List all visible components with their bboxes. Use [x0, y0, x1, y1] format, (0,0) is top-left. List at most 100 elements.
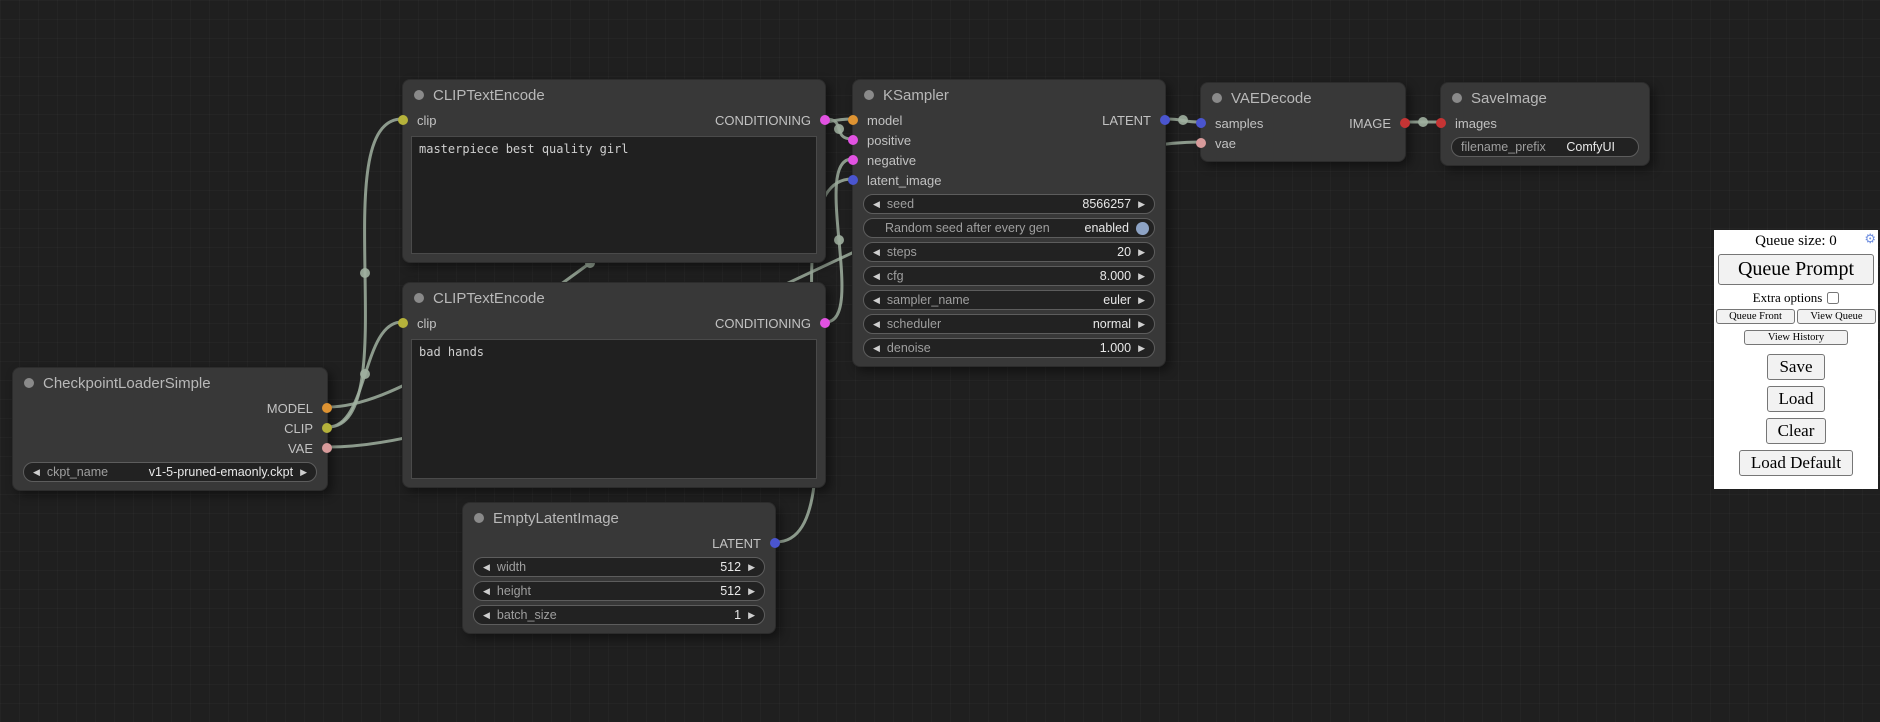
- increment-arrow-icon[interactable]: ▶: [1138, 320, 1145, 329]
- widget-label: sampler_name: [887, 293, 970, 307]
- slot-row: model LATENT: [853, 110, 1165, 130]
- images-input-pin[interactable]: [1436, 118, 1446, 128]
- steps-widget[interactable]: ◀ steps 20 ▶: [863, 242, 1155, 262]
- load-default-button[interactable]: Load Default: [1739, 450, 1853, 476]
- node-save-image[interactable]: SaveImage images filename_prefix ComfyUI: [1440, 82, 1650, 166]
- model-input-pin[interactable]: [848, 115, 858, 125]
- increment-arrow-icon[interactable]: ▶: [748, 611, 755, 620]
- node-title-bar[interactable]: CLIPTextEncode: [403, 80, 825, 110]
- node-clip-text-encode-negative[interactable]: CLIPTextEncode clip CONDITIONING bad han…: [402, 282, 826, 488]
- increment-arrow-icon[interactable]: ▶: [748, 563, 755, 572]
- load-button[interactable]: Load: [1767, 386, 1826, 412]
- output-row-clip: CLIP: [13, 418, 327, 438]
- node-title-bar[interactable]: CLIPTextEncode: [403, 283, 825, 313]
- settings-gear-icon[interactable]: ⚙: [1864, 231, 1876, 247]
- node-title: EmptyLatentImage: [493, 510, 619, 527]
- collapse-dot-icon[interactable]: [24, 378, 34, 388]
- output-label: IMAGE: [1349, 116, 1391, 131]
- sampler-name-widget[interactable]: ◀ sampler_name euler ▶: [863, 290, 1155, 310]
- node-checkpoint-loader[interactable]: CheckpointLoaderSimple MODEL CLIP VAE ◀ …: [12, 367, 328, 491]
- decrement-arrow-icon[interactable]: ◀: [873, 296, 880, 305]
- node-title-bar[interactable]: EmptyLatentImage: [463, 503, 775, 533]
- conditioning-output-pin[interactable]: [820, 115, 830, 125]
- decrement-arrow-icon[interactable]: ◀: [873, 200, 880, 209]
- node-vae-decode[interactable]: VAEDecode samples IMAGE vae: [1200, 82, 1406, 162]
- decrement-arrow-icon[interactable]: ◀: [873, 320, 880, 329]
- filename-prefix-widget[interactable]: filename_prefix ComfyUI: [1451, 137, 1639, 157]
- vae-output-pin[interactable]: [322, 443, 332, 453]
- decrement-arrow-icon[interactable]: ◀: [483, 587, 490, 596]
- node-title: CheckpointLoaderSimple: [43, 375, 211, 392]
- increment-arrow-icon[interactable]: ▶: [300, 468, 307, 477]
- positive-prompt-textarea[interactable]: masterpiece best quality girl: [411, 136, 817, 254]
- collapse-dot-icon[interactable]: [1452, 93, 1462, 103]
- conditioning-output-pin[interactable]: [820, 318, 830, 328]
- decrement-arrow-icon[interactable]: ◀: [33, 468, 40, 477]
- queue-front-button[interactable]: Queue Front: [1716, 309, 1795, 324]
- decrement-arrow-icon[interactable]: ◀: [873, 344, 880, 353]
- image-output-pin[interactable]: [1400, 118, 1410, 128]
- height-widget[interactable]: ◀ height 512 ▶: [473, 581, 765, 601]
- toggle-knob[interactable]: [1136, 222, 1149, 235]
- collapse-dot-icon[interactable]: [474, 513, 484, 523]
- output-label: MODEL: [267, 401, 313, 416]
- clip-input-pin[interactable]: [398, 115, 408, 125]
- latent-output-pin[interactable]: [770, 538, 780, 548]
- decrement-arrow-icon[interactable]: ◀: [483, 611, 490, 620]
- widget-value: 8.000: [1100, 269, 1131, 283]
- batch-size-widget[interactable]: ◀ batch_size 1 ▶: [473, 605, 765, 625]
- increment-arrow-icon[interactable]: ▶: [1138, 272, 1145, 281]
- clear-button[interactable]: Clear: [1766, 418, 1827, 444]
- scheduler-widget[interactable]: ◀ scheduler normal ▶: [863, 314, 1155, 334]
- node-title-bar[interactable]: SaveImage: [1441, 83, 1649, 113]
- node-title-bar[interactable]: VAEDecode: [1201, 83, 1405, 113]
- node-ksampler[interactable]: KSampler model LATENT positive negative …: [852, 79, 1166, 367]
- output-label: VAE: [288, 441, 313, 456]
- collapse-dot-icon[interactable]: [1212, 93, 1222, 103]
- view-history-button[interactable]: View History: [1744, 330, 1848, 345]
- increment-arrow-icon[interactable]: ▶: [748, 587, 755, 596]
- negative-input-pin[interactable]: [848, 155, 858, 165]
- queue-prompt-button[interactable]: Queue Prompt: [1718, 254, 1874, 285]
- collapse-dot-icon[interactable]: [414, 293, 424, 303]
- increment-arrow-icon[interactable]: ▶: [1138, 248, 1145, 257]
- decrement-arrow-icon[interactable]: ◀: [873, 272, 880, 281]
- model-output-pin[interactable]: [322, 403, 332, 413]
- decrement-arrow-icon[interactable]: ◀: [483, 563, 490, 572]
- ckpt-name-widget[interactable]: ◀ ckpt_name v1-5-pruned-emaonly.ckpt ▶: [23, 462, 317, 482]
- widget-label: height: [497, 584, 531, 598]
- node-title-bar[interactable]: KSampler: [853, 80, 1165, 110]
- node-empty-latent-image[interactable]: EmptyLatentImage LATENT ◀ width 512 ▶ ◀ …: [462, 502, 776, 634]
- node-title: VAEDecode: [1231, 90, 1312, 107]
- increment-arrow-icon[interactable]: ▶: [1138, 200, 1145, 209]
- node-clip-text-encode-positive[interactable]: CLIPTextEncode clip CONDITIONING masterp…: [402, 79, 826, 263]
- extra-options-checkbox[interactable]: [1827, 292, 1839, 304]
- vae-input-pin[interactable]: [1196, 138, 1206, 148]
- save-button[interactable]: Save: [1767, 354, 1824, 380]
- output-label: CONDITIONING: [715, 316, 811, 331]
- cfg-widget[interactable]: ◀ cfg 8.000 ▶: [863, 266, 1155, 286]
- link-midpoint-dot: [1178, 115, 1188, 125]
- collapse-dot-icon[interactable]: [864, 90, 874, 100]
- widget-value: 8566257: [1082, 197, 1131, 211]
- positive-input-pin[interactable]: [848, 135, 858, 145]
- seed-widget[interactable]: ◀ seed 8566257 ▶: [863, 194, 1155, 214]
- node-title-bar[interactable]: CheckpointLoaderSimple: [13, 368, 327, 398]
- widget-value: 512: [720, 584, 741, 598]
- increment-arrow-icon[interactable]: ▶: [1138, 296, 1145, 305]
- clip-input-pin[interactable]: [398, 318, 408, 328]
- clip-output-pin[interactable]: [322, 423, 332, 433]
- samples-input-pin[interactable]: [1196, 118, 1206, 128]
- latent-image-input-pin[interactable]: [848, 175, 858, 185]
- slot-row: vae: [1201, 133, 1405, 153]
- decrement-arrow-icon[interactable]: ◀: [873, 248, 880, 257]
- random-seed-toggle[interactable]: Random seed after every gen enabled: [863, 218, 1155, 238]
- negative-prompt-textarea[interactable]: bad hands: [411, 339, 817, 479]
- width-widget[interactable]: ◀ width 512 ▶: [473, 557, 765, 577]
- view-queue-button[interactable]: View Queue: [1797, 309, 1876, 324]
- denoise-widget[interactable]: ◀ denoise 1.000 ▶: [863, 338, 1155, 358]
- latent-output-pin[interactable]: [1160, 115, 1170, 125]
- node-title: CLIPTextEncode: [433, 290, 545, 307]
- collapse-dot-icon[interactable]: [414, 90, 424, 100]
- increment-arrow-icon[interactable]: ▶: [1138, 344, 1145, 353]
